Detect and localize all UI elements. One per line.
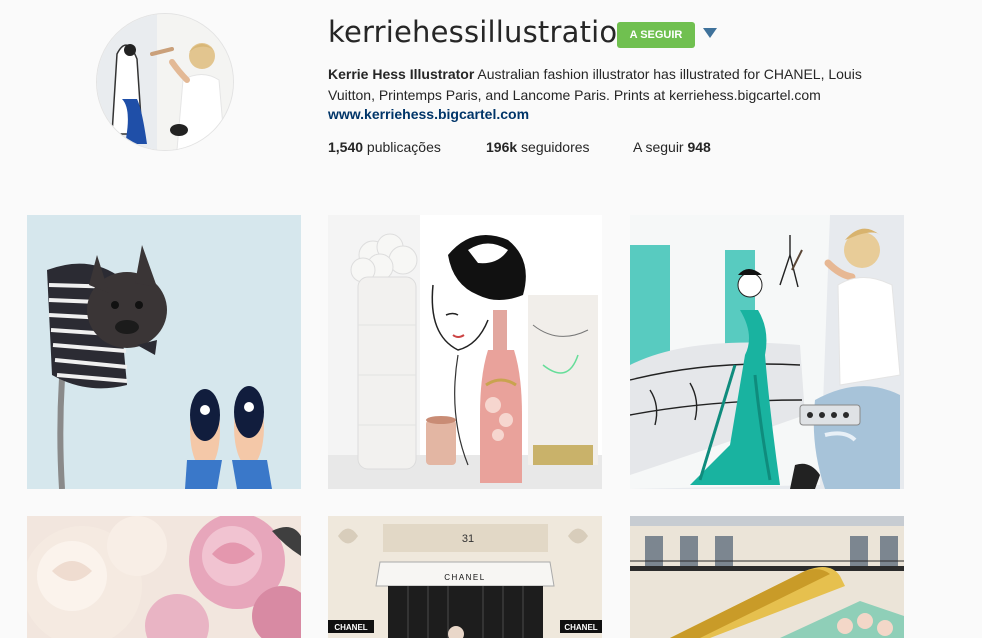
sign-left-text: CHANEL bbox=[334, 623, 367, 632]
post-image-chanel-store: 31 CHANEL CHANEL CHANEL bbox=[328, 516, 602, 638]
username: kerriehessillustration bbox=[328, 15, 636, 49]
followers-count-label: seguidores bbox=[517, 139, 590, 155]
awning-text: CHANEL bbox=[444, 573, 485, 582]
posts-count: 1,540 publicações bbox=[328, 139, 441, 155]
following-count[interactable]: A seguir 948 bbox=[633, 139, 711, 155]
profile-bio: Kerrie Hess Illustrator Australian fashi… bbox=[328, 64, 908, 106]
chevron-down-icon[interactable] bbox=[703, 28, 717, 38]
post-image-flowers bbox=[27, 516, 301, 638]
profile-page: kerriehessillustration A SEGUIR Kerrie H… bbox=[0, 0, 982, 638]
following-count-label: A seguir bbox=[633, 139, 688, 155]
post-image-painting-artist bbox=[630, 215, 904, 489]
following-count-value: 948 bbox=[687, 139, 711, 155]
posts-count-label: publicações bbox=[363, 139, 441, 155]
post-thumbnail[interactable] bbox=[27, 215, 301, 489]
followers-count[interactable]: 196k seguidores bbox=[486, 139, 590, 155]
post-thumbnail[interactable] bbox=[328, 215, 602, 489]
post-thumbnail[interactable] bbox=[630, 215, 904, 489]
followers-count-value: 196k bbox=[486, 139, 518, 155]
post-thumbnail[interactable] bbox=[630, 516, 904, 638]
avatar-image bbox=[97, 14, 233, 150]
post-thumbnail[interactable] bbox=[27, 516, 301, 638]
posts-count-value: 1,540 bbox=[328, 139, 364, 155]
full-name: Kerrie Hess Illustrator bbox=[328, 66, 475, 82]
post-image-champagne bbox=[328, 215, 602, 489]
post-image-bulldog bbox=[27, 215, 301, 489]
website-link[interactable]: www.kerriehess.bigcartel.com bbox=[328, 106, 529, 122]
post-thumbnail[interactable]: 31 CHANEL CHANEL CHANEL bbox=[328, 516, 602, 638]
sign-right-text: CHANEL bbox=[564, 623, 597, 632]
address-number: 31 bbox=[462, 533, 474, 545]
profile-avatar[interactable] bbox=[96, 13, 234, 151]
post-image-paris-macarons bbox=[630, 516, 904, 638]
following-button[interactable]: A SEGUIR bbox=[617, 22, 695, 48]
